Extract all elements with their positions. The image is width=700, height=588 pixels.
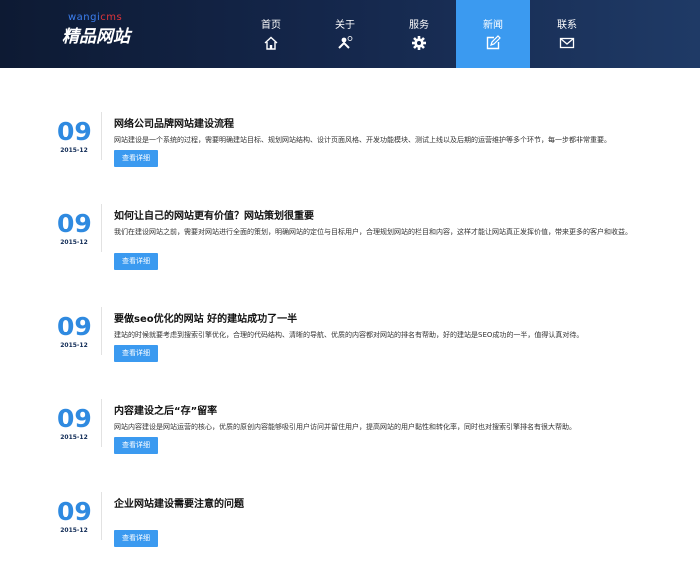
news-date-day: 09 xyxy=(57,209,92,238)
view-details-button[interactable]: 查看详细 xyxy=(114,437,158,454)
news-item: 09 2015-12 内容建设之后“存”留率 网站内容建设是网站运营的核心，优质… xyxy=(0,399,700,495)
logo-title: 精品网站 xyxy=(62,27,130,47)
nav-label: 联系 xyxy=(557,20,577,31)
view-details-button[interactable]: 查看详细 xyxy=(114,150,158,167)
about-icon xyxy=(337,35,353,51)
main-nav: 首页 关于 服务 新闻 联系 xyxy=(234,0,604,68)
news-date-yearmonth: 2015-12 xyxy=(60,147,88,154)
news-date-day: 09 xyxy=(57,312,92,341)
news-excerpt: 我们在建设网站之前，需要对网站进行全面的策划，明确网站的定位与目标用户，合理规划… xyxy=(114,228,632,236)
nav-item-about[interactable]: 关于 xyxy=(308,0,382,68)
news-date-yearmonth: 2015-12 xyxy=(60,239,88,246)
news-item: 09 2015-12 如何让自己的网站更有价值？网站策划很重要 我们在建设网站之… xyxy=(0,204,700,300)
news-excerpt xyxy=(114,515,640,535)
nav-item-contact[interactable]: 联系 xyxy=(530,0,604,68)
news-title[interactable]: 企业网站建设需要注意的问题 xyxy=(114,498,244,512)
nav-label: 新闻 xyxy=(483,20,503,31)
news-title[interactable]: 网络公司品牌网站建设流程 xyxy=(114,118,234,132)
mail-icon xyxy=(559,35,575,51)
nav-item-news[interactable]: 新闻 xyxy=(456,0,530,68)
news-date-day: 09 xyxy=(57,404,92,433)
news-excerpt: 网站建设是一个系统的过程，需要明确建站目标、规划网站结构、设计页面风格、开发功能… xyxy=(114,136,611,144)
news-item: 09 2015-12 网络公司品牌网站建设流程 网站建设是一个系统的过程，需要明… xyxy=(0,112,700,208)
date-divider xyxy=(101,112,102,160)
news-item: 09 2015-12 要做seo优化的网站 好的建站成功了一半 建站的时候就要考… xyxy=(0,307,700,403)
date-divider xyxy=(101,204,102,252)
news-item: 09 2015-12 企业网站建设需要注意的问题 查看详细 xyxy=(0,492,700,588)
nav-label: 关于 xyxy=(335,20,355,31)
news-excerpt: 网站内容建设是网站运营的核心，优质的原创内容能够吸引用户访问并留住用户，提高网站… xyxy=(114,423,576,431)
news-title[interactable]: 要做seo优化的网站 好的建站成功了一半 xyxy=(114,313,297,327)
home-icon xyxy=(263,35,279,51)
gear-icon xyxy=(411,35,427,51)
news-title[interactable]: 如何让自己的网站更有价值？网站策划很重要 xyxy=(114,210,314,224)
nav-item-home[interactable]: 首页 xyxy=(234,0,308,68)
date-divider xyxy=(101,307,102,355)
news-title[interactable]: 内容建设之后“存”留率 xyxy=(114,405,217,419)
news-excerpt: 建站的时候就要考虑到搜索引擎优化，合理的代码结构、清晰的导航、优质的内容都对网站… xyxy=(114,331,584,339)
view-details-button[interactable]: 查看详细 xyxy=(114,345,158,362)
site-header: wangicms 精品网站 首页 关于 服务 新闻 联系 xyxy=(0,0,700,68)
news-date-yearmonth: 2015-12 xyxy=(60,527,88,534)
news-date-day: 09 xyxy=(57,497,92,526)
view-details-button[interactable]: 查看详细 xyxy=(114,253,158,270)
site-logo[interactable]: wangicms 精品网站 xyxy=(62,12,142,52)
news-date-day: 09 xyxy=(57,117,92,146)
nav-label: 服务 xyxy=(409,20,429,31)
nav-label: 首页 xyxy=(261,20,281,31)
news-date-yearmonth: 2015-12 xyxy=(60,434,88,441)
news-date-yearmonth: 2015-12 xyxy=(60,342,88,349)
edit-icon xyxy=(485,35,501,51)
view-details-button[interactable]: 查看详细 xyxy=(114,530,158,547)
nav-item-services[interactable]: 服务 xyxy=(382,0,456,68)
date-divider xyxy=(101,399,102,447)
date-divider xyxy=(101,492,102,540)
